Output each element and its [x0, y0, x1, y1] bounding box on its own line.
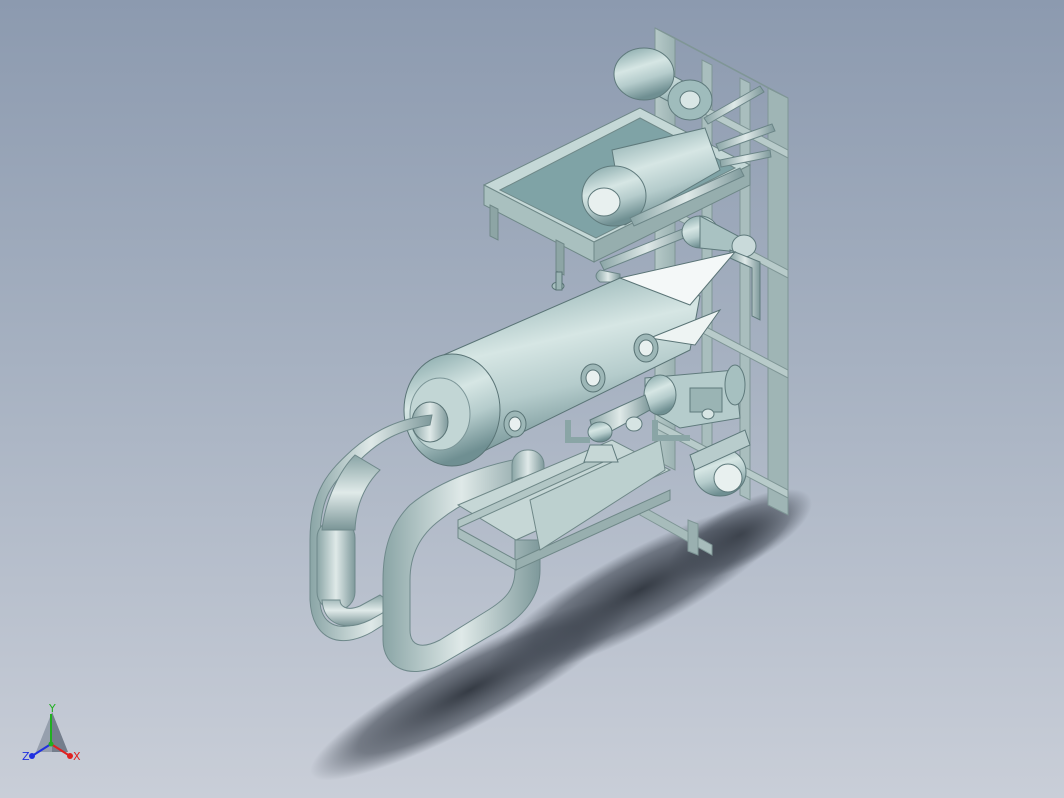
y-axis-label: Y: [48, 704, 56, 715]
boiler-assembly-model[interactable]: [0, 0, 1064, 798]
coordinate-triad: Y X Z: [22, 704, 81, 763]
z-axis-label: Z: [22, 750, 30, 763]
x-axis-label: X: [73, 750, 81, 763]
cad-3d-viewport[interactable]: Y X Z: [0, 0, 1064, 798]
